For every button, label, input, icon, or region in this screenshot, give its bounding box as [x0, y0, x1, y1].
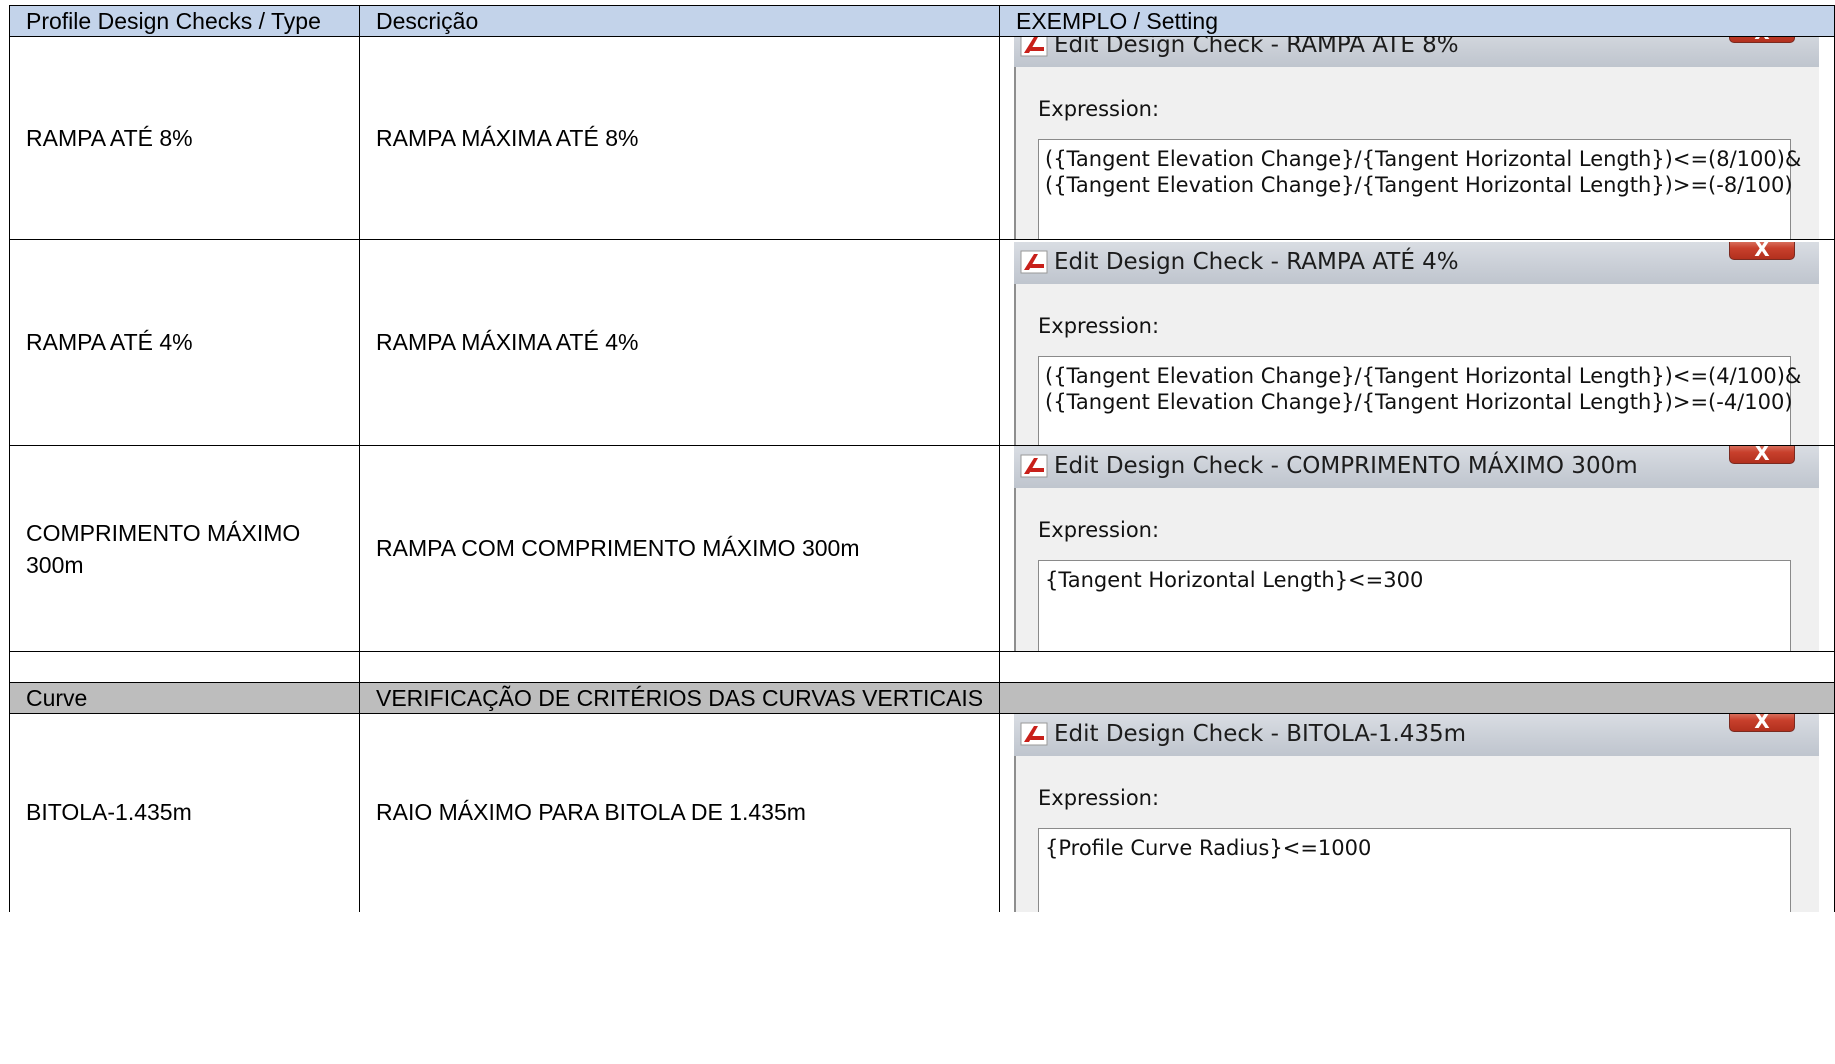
expression-input[interactable]: {Tangent Horizontal Length}<=300	[1038, 560, 1791, 651]
row-type: COMPRIMENTO MÁXIMO 300m	[9, 445, 360, 652]
section-type: Curve	[9, 682, 360, 714]
row-description: RAIO MÁXIMO PARA BITOLA DE 1.435m	[359, 713, 1000, 912]
row-type: RAMPA ATÉ 8%	[9, 36, 360, 240]
edit-design-check-dialog: Edit Design Check - RAMPA ATÉ 8% X Expre…	[1014, 36, 1819, 239]
edit-design-check-dialog: Edit Design Check - RAMPA ATÉ 4% X Expre…	[1014, 242, 1819, 445]
close-icon[interactable]: X	[1729, 242, 1795, 261]
section-description: VERIFICAÇÃO DE CRITÉRIOS DAS CURVAS VERT…	[359, 682, 1000, 714]
dialog-title: Edit Design Check - COMPRIMENTO MÁXIMO 3…	[1054, 453, 1638, 479]
dialog-body: Expression: {Profile Curve Radius}<=1000	[1014, 756, 1819, 912]
design-checks-table: Profile Design Checks / Type Descrição E…	[9, 5, 1835, 912]
empty-cell	[999, 651, 1835, 683]
dialog-titlebar: Edit Design Check - RAMPA ATÉ 8% X	[1014, 36, 1819, 67]
dialog-body: Expression: {Tangent Horizontal Length}<…	[1014, 488, 1819, 651]
app-icon	[1020, 454, 1048, 478]
edit-design-check-dialog: Edit Design Check - COMPRIMENTO MÁXIMO 3…	[1014, 446, 1819, 651]
app-icon	[1020, 722, 1048, 746]
expression-input[interactable]: {Profile Curve Radius}<=1000	[1038, 828, 1791, 912]
row-description: RAMPA COM COMPRIMENTO MÁXIMO 300m	[359, 445, 1000, 652]
table-row: BITOLA-1.435m RAIO MÁXIMO PARA BITOLA DE…	[9, 713, 1835, 912]
dialog-title: Edit Design Check - BITOLA-1.435m	[1054, 721, 1467, 747]
dialog-titlebar: Edit Design Check - BITOLA-1.435m X	[1014, 714, 1819, 756]
dialog-screenshot-cell: Edit Design Check - RAMPA ATÉ 4% X Expre…	[999, 239, 1835, 446]
dialog-body: Expression: ({Tangent Elevation Change}/…	[1014, 284, 1819, 445]
table-row: RAMPA ATÉ 8% RAMPA MÁXIMA ATÉ 8% Edit De…	[9, 36, 1835, 240]
expression-input[interactable]: ({Tangent Elevation Change}/{Tangent Hor…	[1038, 356, 1801, 445]
row-type: BITOLA-1.435m	[9, 713, 360, 912]
table-row: COMPRIMENTO MÁXIMO 300m RAMPA COM COMPRI…	[9, 445, 1835, 652]
row-description: RAMPA MÁXIMA ATÉ 8%	[359, 36, 1000, 240]
empty-cell	[359, 651, 1000, 683]
empty-cell	[9, 651, 360, 683]
expression-label: Expression:	[1038, 786, 1160, 810]
close-icon[interactable]: X	[1729, 446, 1795, 465]
app-icon	[1020, 250, 1048, 274]
header-example: EXEMPLO / Setting	[999, 5, 1835, 37]
section-row: Curve VERIFICAÇÃO DE CRITÉRIOS DAS CURVA…	[9, 682, 1835, 714]
table-row: RAMPA ATÉ 4% RAMPA MÁXIMA ATÉ 4% Edit De…	[9, 239, 1835, 446]
dialog-screenshot-cell: Edit Design Check - BITOLA-1.435m X Expr…	[999, 713, 1835, 912]
edit-design-check-dialog: Edit Design Check - BITOLA-1.435m X Expr…	[1014, 714, 1819, 912]
expression-label: Expression:	[1038, 97, 1160, 121]
app-icon	[1020, 37, 1048, 57]
expression-label: Expression:	[1038, 518, 1160, 542]
dialog-screenshot-cell: Edit Design Check - RAMPA ATÉ 8% X Expre…	[999, 36, 1835, 240]
dialog-titlebar: Edit Design Check - COMPRIMENTO MÁXIMO 3…	[1014, 446, 1819, 488]
dialog-titlebar: Edit Design Check - RAMPA ATÉ 4% X	[1014, 242, 1819, 284]
section-empty-cell	[999, 682, 1835, 714]
header-row: Profile Design Checks / Type Descrição E…	[9, 5, 1835, 37]
row-description: RAMPA MÁXIMA ATÉ 4%	[359, 239, 1000, 446]
empty-row	[9, 651, 1835, 683]
expression-input[interactable]: ({Tangent Elevation Change}/{Tangent Hor…	[1038, 139, 1801, 239]
close-icon[interactable]: X	[1729, 714, 1795, 733]
header-description: Descrição	[359, 5, 1000, 37]
dialog-body: Expression: ({Tangent Elevation Change}/…	[1014, 67, 1819, 239]
dialog-title: Edit Design Check - RAMPA ATÉ 8%	[1054, 36, 1459, 59]
expression-label: Expression:	[1038, 314, 1160, 338]
header-type: Profile Design Checks / Type	[9, 5, 360, 37]
dialog-title: Edit Design Check - RAMPA ATÉ 4%	[1054, 249, 1459, 275]
close-icon[interactable]: X	[1729, 37, 1795, 44]
row-type: RAMPA ATÉ 4%	[9, 239, 360, 446]
dialog-screenshot-cell: Edit Design Check - COMPRIMENTO MÁXIMO 3…	[999, 445, 1835, 652]
